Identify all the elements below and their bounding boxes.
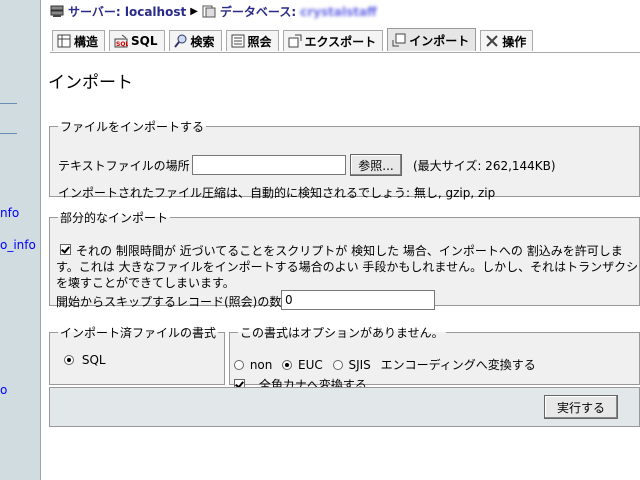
- encoding-options-row: non EUC SJIS エンコーディングへ変換する: [234, 356, 536, 373]
- nav-link-o-info[interactable]: o_info: [0, 238, 36, 252]
- allow-interrupt-checkbox[interactable]: [60, 244, 71, 255]
- format-sql-radio[interactable]: [64, 355, 74, 365]
- tab-label: SQL: [131, 34, 158, 48]
- search-icon: [173, 34, 187, 48]
- encoding-euc-label: EUC: [298, 358, 323, 372]
- svg-text:SQL: SQL: [116, 41, 128, 48]
- tab-label: 照会: [247, 34, 272, 49]
- tab-sql[interactable]: SQL SQL: [109, 30, 165, 51]
- breadcrumb: サーバー: localhost ▶ データベース: crystalstaff: [50, 3, 377, 20]
- tab-label: インポート: [409, 33, 470, 48]
- tab-import[interactable]: インポート: [387, 28, 477, 51]
- allow-interrupt-text-3: を壊すことができてしまいます。: [56, 276, 235, 290]
- tab-label: エクスポート: [304, 34, 377, 49]
- tab-bar: 構造 SQL SQL 検索 照会 エクスポート インポート 操作: [52, 28, 534, 52]
- tab-query[interactable]: 照会: [225, 30, 279, 51]
- tab-label: 操作: [502, 34, 527, 49]
- encoding-euc-radio[interactable]: [282, 360, 293, 370]
- encoding-sjis-radio[interactable]: [332, 360, 343, 370]
- format-sql-label: SQL: [81, 353, 106, 367]
- sql-icon: SQL: [114, 34, 128, 48]
- partial-import-legend: 部分的なインポート: [60, 211, 169, 225]
- database-label: データベース:: [219, 5, 297, 19]
- skip-records-input[interactable]: [281, 290, 435, 310]
- browse-button[interactable]: 参照...: [350, 154, 402, 176]
- file-location-input[interactable]: [192, 155, 346, 175]
- format-options-legend: この書式はオプションがありません。: [240, 326, 444, 340]
- file-location-label: テキストファイルの場所: [58, 159, 190, 173]
- encoding-sjis-label: SJIS: [348, 358, 371, 372]
- file-import-fieldset: ファイルをインポートする テキストファイルの場所 参照... (最大サイズ: 2…: [49, 118, 640, 200]
- max-size-text: (最大サイズ: 262,144KB): [413, 159, 556, 173]
- compression-note: インポートされたファイル圧縮は、自動的に検知されるでしょう: 無し, gzip,…: [58, 186, 496, 200]
- encoding-non-radio[interactable]: [234, 360, 244, 370]
- submit-bar: 実行する: [49, 387, 640, 427]
- nav-divider: [0, 103, 17, 104]
- nav-divider: [0, 133, 17, 134]
- format-fieldset: インポート済ファイルの書式 SQL: [49, 324, 225, 385]
- import-icon: [392, 33, 406, 47]
- encoding-convert-label: エンコーディングへ変換する: [380, 358, 536, 372]
- tab-label: 検索: [190, 34, 215, 49]
- allow-interrupt-text-1: それの 制限時間が 近づいてることをスクリプトが 検知した 場合、インポートへの…: [76, 244, 623, 258]
- allow-interrupt-text-2: す。これは 大きなファイルをインポートする場合のよい 手段かもしれません。しかし…: [56, 260, 640, 274]
- tab-operations[interactable]: 操作: [480, 30, 534, 51]
- operations-icon: [486, 35, 498, 47]
- server-icon: [50, 5, 64, 17]
- file-import-legend: ファイルをインポートする: [60, 120, 205, 134]
- tab-divider: [50, 52, 640, 53]
- format-options-fieldset: この書式はオプションがありません。 non EUC SJIS エンコーディングへ…: [229, 324, 640, 392]
- submit-button[interactable]: 実行する: [544, 395, 618, 419]
- tab-search[interactable]: 検索: [168, 30, 222, 51]
- allow-interrupt-row: [60, 243, 71, 257]
- skip-records-label: 開始からスキップするレコード(照会)の数: [56, 295, 282, 309]
- breadcrumb-arrow-icon: ▶: [190, 6, 198, 17]
- database-icon: [202, 5, 216, 18]
- format-legend: インポート済ファイルの書式: [60, 326, 217, 340]
- tab-label: 構造: [74, 34, 99, 49]
- tab-structure[interactable]: 構造: [52, 30, 106, 51]
- query-icon: [231, 34, 245, 48]
- nav-link-o[interactable]: o: [0, 383, 7, 397]
- page-title: インポート: [48, 73, 133, 93]
- format-option-sql[interactable]: SQL: [64, 353, 106, 367]
- main-frame: サーバー: localhost ▶ データベース: crystalstaff 構…: [42, 0, 640, 480]
- nav-link-info[interactable]: nfo: [0, 206, 19, 220]
- tab-export[interactable]: エクスポート: [282, 30, 384, 51]
- export-icon: [288, 34, 302, 48]
- structure-icon: [57, 34, 71, 48]
- database-name-link[interactable]: crystalstaff: [300, 5, 377, 19]
- left-nav-frame: nfo o_info o: [0, 0, 41, 480]
- encoding-non-label: non: [249, 358, 273, 372]
- server-link[interactable]: サーバー: localhost: [68, 3, 186, 20]
- partial-import-fieldset: 部分的なインポート それの 制限時間が 近づいてることをスクリプトが 検知した …: [49, 209, 640, 310]
